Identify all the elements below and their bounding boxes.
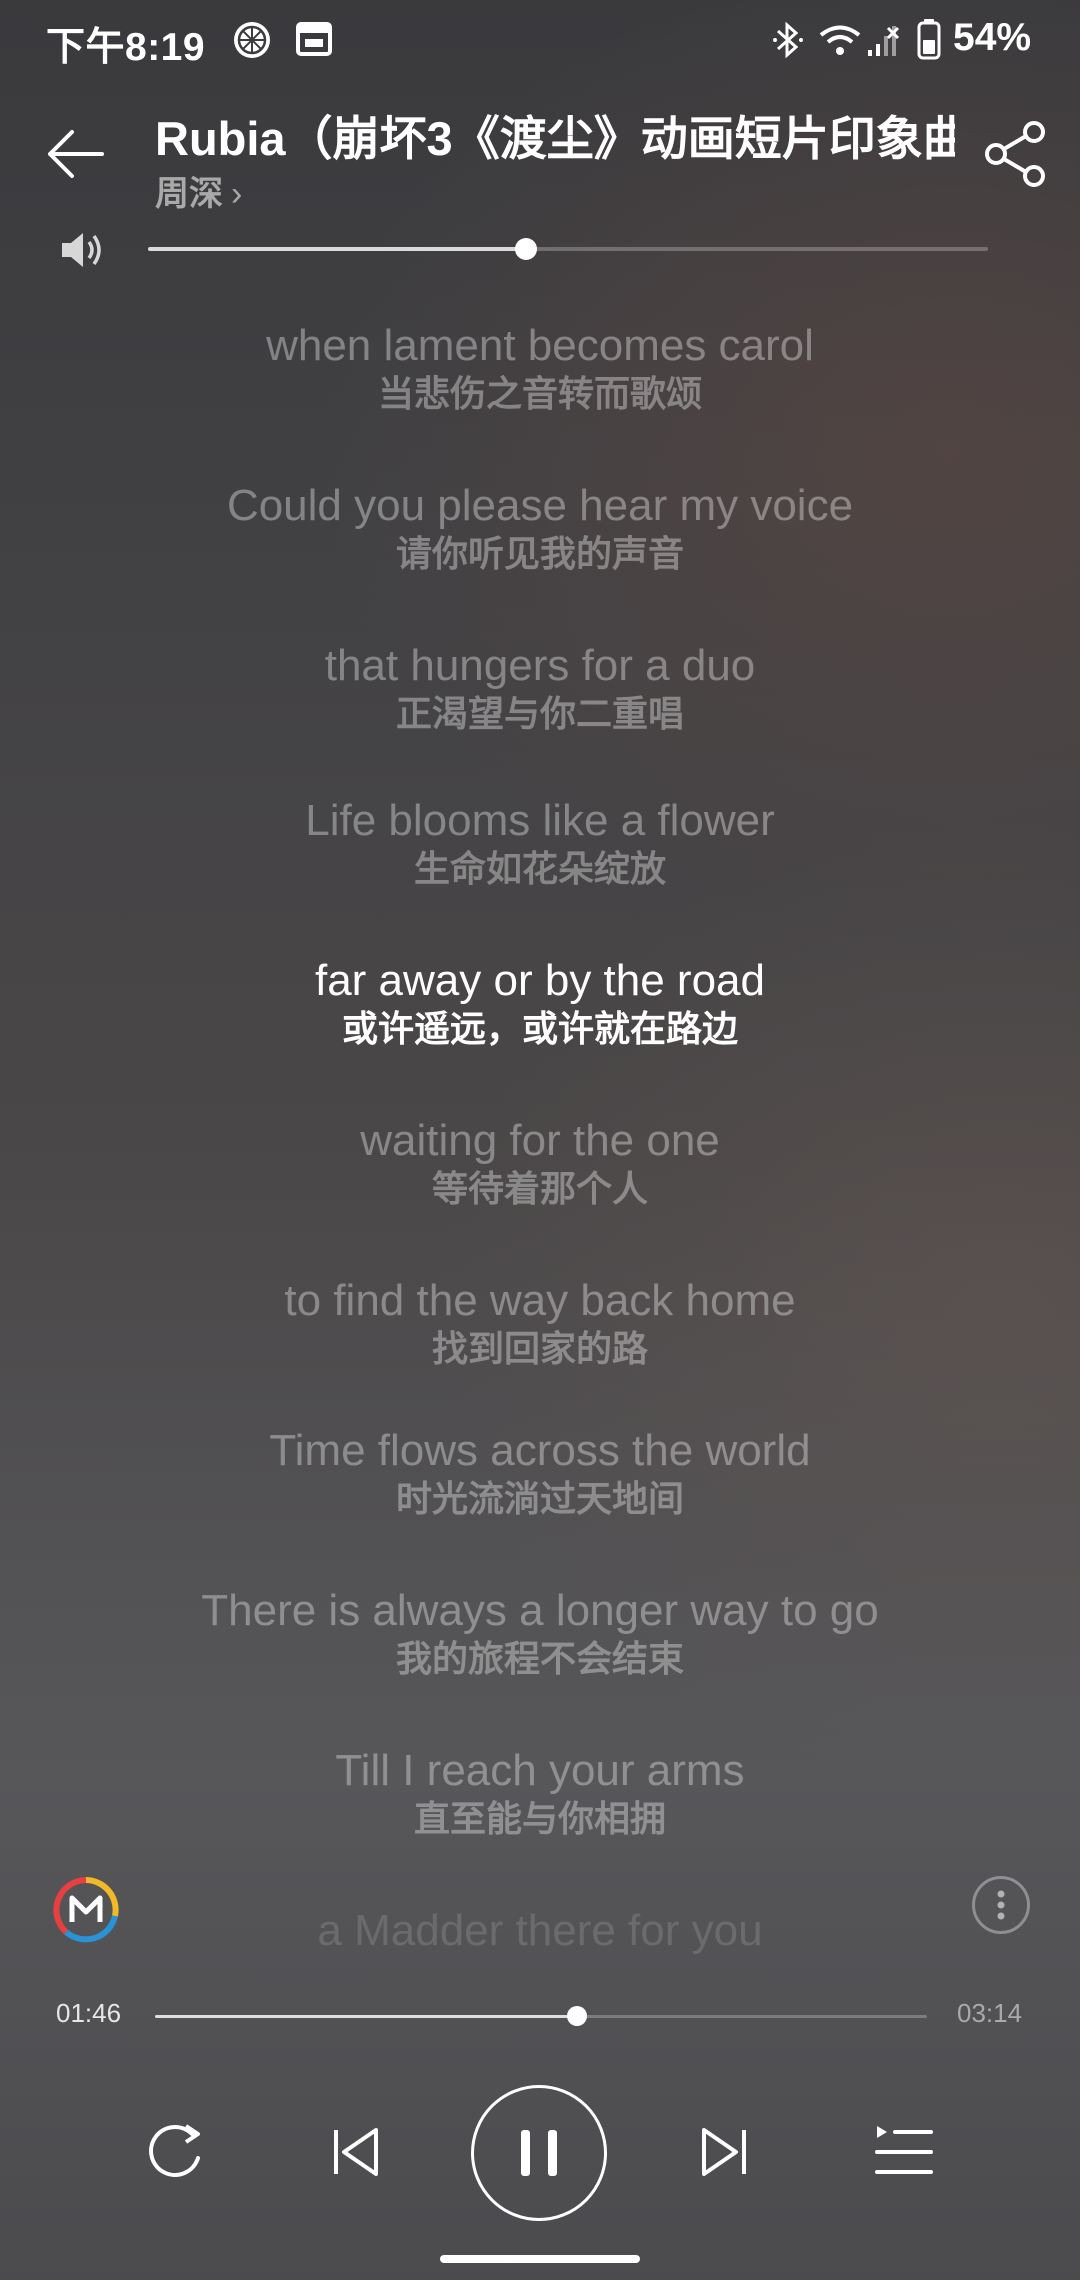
lyric-line[interactable]: Could you please hear my voice 请你听见我的声音: [0, 480, 1080, 576]
progress-fill: [155, 2015, 577, 2018]
music-app-logo-icon[interactable]: [52, 1876, 120, 1944]
pause-button[interactable]: [471, 2085, 607, 2221]
signal-icon: [868, 26, 900, 56]
more-vertical-icon: [997, 1890, 1005, 1920]
more-options-button[interactable]: [972, 1876, 1030, 1934]
lyric-line[interactable]: that hungers for a duo 正渴望与你二重唱: [0, 640, 1080, 736]
next-track-icon[interactable]: [684, 2112, 764, 2192]
volume-slider-fill: [148, 247, 526, 251]
lyric-chinese: 当悲伤之音转而歌颂: [377, 373, 702, 414]
lyric-chinese: [0, 1957, 1080, 2001]
lyric-english: far away or by the road: [314, 956, 765, 1005]
repeat-icon[interactable]: [136, 2112, 216, 2192]
artist-link[interactable]: 周深 ›: [155, 166, 242, 215]
wifi-icon: [819, 25, 861, 55]
share-icon[interactable]: [980, 118, 1052, 190]
lyric-english: a Madder there for you: [317, 1906, 763, 1955]
bluetooth-icon: [773, 22, 803, 58]
battery-percent: 54%: [953, 16, 1032, 59]
lyric-chinese: 时光流淌过天地间: [395, 1478, 684, 1519]
lyric-english: Till I reach your arms: [335, 1746, 745, 1795]
lyric-line[interactable]: to find the way back home 找到回家的路: [0, 1275, 1080, 1371]
lyric-english: to find the way back home: [284, 1276, 796, 1325]
lyric-line[interactable]: a Madder there for you: [0, 1905, 1080, 2001]
lyric-english: Time flows across the world: [269, 1426, 811, 1475]
lyric-english: Could you please hear my voice: [226, 481, 854, 530]
battery-icon: [917, 19, 941, 60]
lyric-english: waiting for the one: [360, 1116, 720, 1165]
lyric-chinese: 正渴望与你二重唱: [395, 693, 684, 734]
lyric-line[interactable]: Time flows across the world 时光流淌过天地间: [0, 1425, 1080, 1521]
status-bar: 下午8:19 54%: [0, 0, 1080, 80]
lyric-line[interactable]: There is always a longer way to go 我的旅程不会…: [0, 1585, 1080, 1681]
total-time: 03:14: [957, 1998, 1023, 2028]
lyric-chinese: 找到回家的路: [431, 1328, 648, 1369]
back-arrow-icon[interactable]: [40, 120, 112, 192]
lyric-english: that hungers for a duo: [324, 641, 756, 690]
volume-slider-thumb[interactable]: [515, 238, 537, 260]
lyric-english: when lament becomes carol: [266, 321, 814, 370]
lyric-chinese: 直至能与你相拥: [413, 1798, 666, 1839]
artist-name: 周深: [155, 175, 223, 213]
elapsed-time: 01:46: [56, 1998, 122, 2028]
status-time: 下午8:19: [46, 26, 206, 69]
lyric-line-active[interactable]: far away or by the road 或许遥远，或许就在路边: [0, 955, 1080, 1051]
lyric-line[interactable]: Till I reach your arms 直至能与你相拥: [0, 1745, 1080, 1841]
pause-icon: [521, 2130, 557, 2176]
song-title: Rubia（崩坏3《渡尘》动画短片印象曲）: [155, 112, 955, 164]
progress-thumb[interactable]: [567, 2006, 587, 2026]
lyric-line[interactable]: when lament becomes carol 当悲伤之音转而歌颂: [0, 320, 1080, 416]
volume-icon[interactable]: [58, 228, 106, 272]
playlist-icon[interactable]: [863, 2112, 943, 2192]
lyric-chinese: 我的旅程不会结束: [395, 1638, 684, 1679]
chevron-right-icon: ›: [231, 175, 243, 213]
lemon-app-icon: [234, 22, 270, 58]
lyric-chinese: 等待着那个人: [431, 1168, 648, 1209]
home-indicator[interactable]: [440, 2255, 640, 2263]
lyric-english: Life blooms like a flower: [305, 796, 775, 845]
lyric-chinese: 请你听见我的声音: [395, 533, 684, 574]
previous-track-icon[interactable]: [316, 2112, 396, 2192]
lyric-chinese: 或许遥远，或许就在路边: [341, 1008, 738, 1049]
calendar-icon: [296, 22, 332, 56]
lyric-line[interactable]: waiting for the one 等待着那个人: [0, 1115, 1080, 1211]
lyric-english: There is always a longer way to go: [201, 1586, 879, 1635]
lyric-line[interactable]: Life blooms like a flower 生命如花朵绽放: [0, 795, 1080, 891]
lyric-chinese: 生命如花朵绽放: [413, 848, 666, 889]
